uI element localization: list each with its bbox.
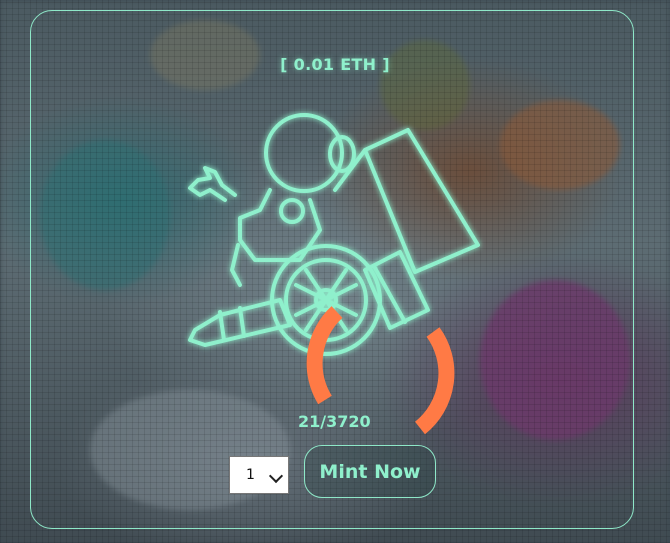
price-label: [ 0.01 ETH ]	[280, 55, 390, 74]
mint-now-button[interactable]: Mint Now	[304, 445, 436, 498]
quantity-value: 1	[246, 467, 255, 483]
chevron-down-icon	[268, 468, 284, 484]
quantity-select[interactable]: 1	[229, 456, 289, 494]
minted-count: 21/3720	[298, 412, 371, 431]
